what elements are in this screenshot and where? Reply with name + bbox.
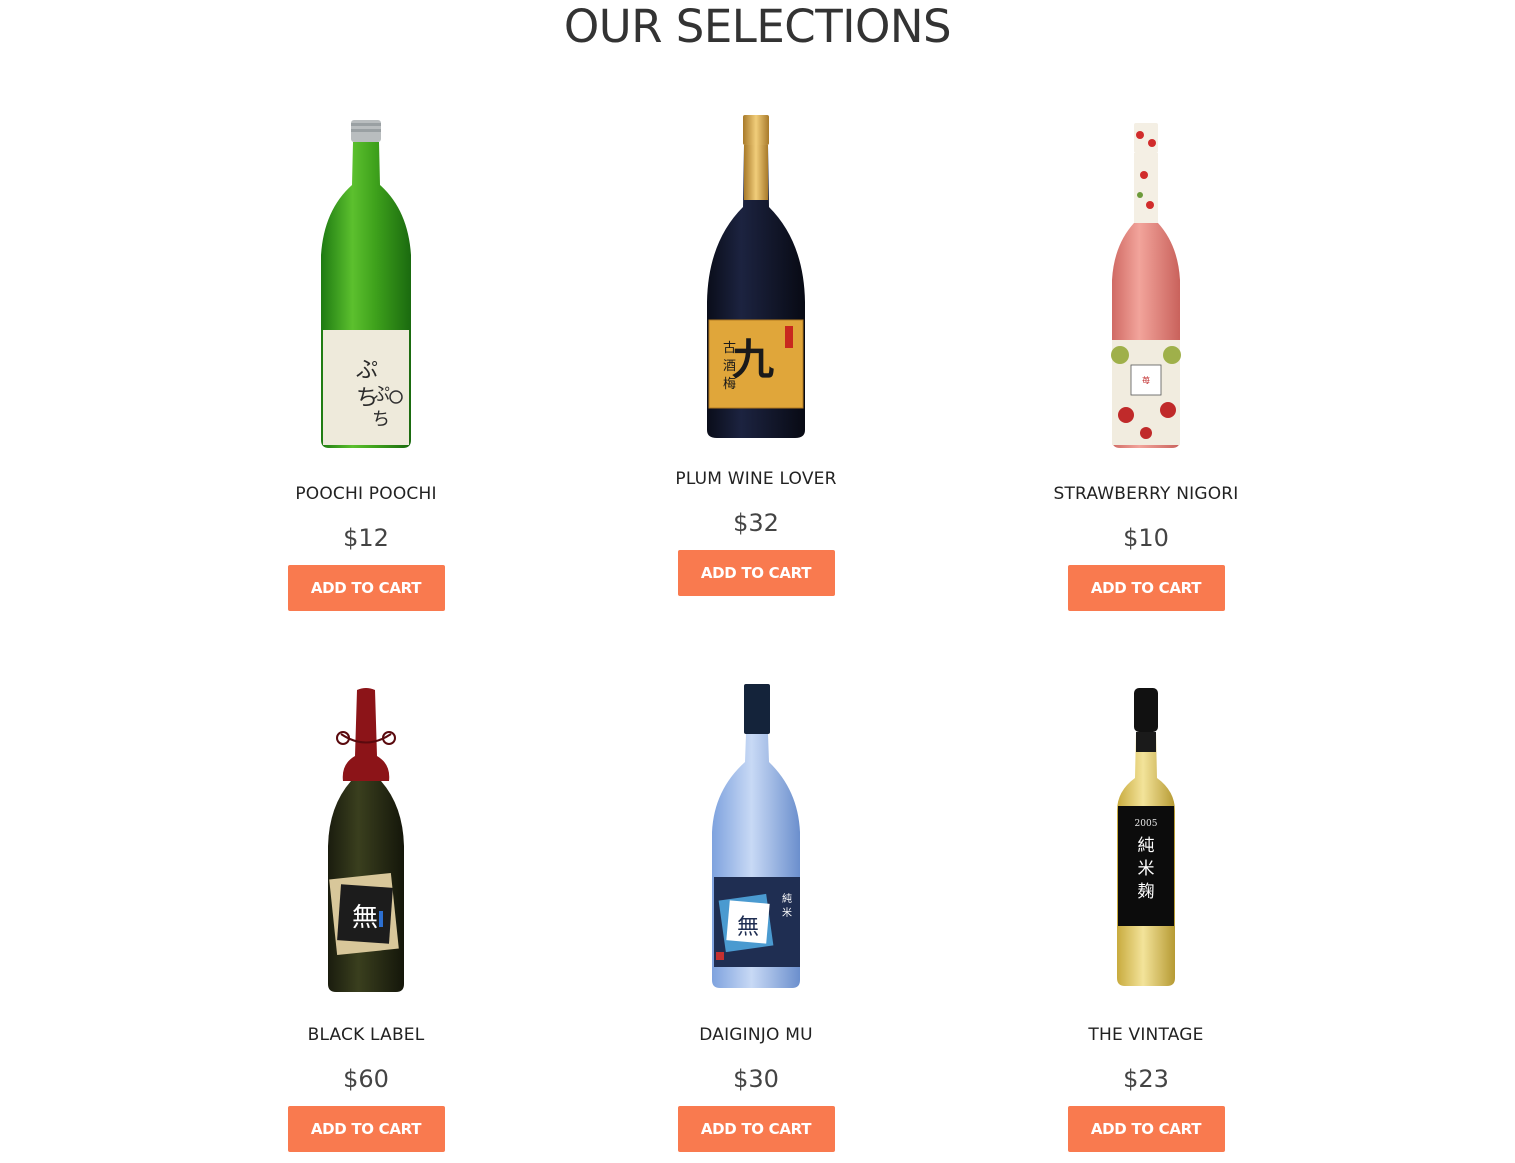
product-name[interactable]: THE VINTAGE xyxy=(976,1024,1316,1046)
pink-strawberry-bottle-icon: 苺 xyxy=(1111,123,1181,448)
green-sake-bottle-icon: ぷ ち ぷ ち xyxy=(321,120,411,448)
product-card-daiginjo-mu: 無 純 米 DAIGINJO MU $30 ADD TO CART xyxy=(586,682,926,1152)
product-image[interactable]: 九 古 酒 梅 xyxy=(586,112,926,442)
product-card-poochi-poochi: ぷ ち ぷ ち POOCHI POOCHI $12 ADD TO CART xyxy=(196,115,536,611)
product-name[interactable]: PLUM WINE LOVER xyxy=(586,468,926,490)
product-name[interactable]: DAIGINJO MU xyxy=(586,1024,926,1046)
product-image[interactable]: 2005 純 米 麹 xyxy=(976,686,1316,996)
svg-text:酒: 酒 xyxy=(723,359,736,374)
svg-text:純: 純 xyxy=(782,892,792,905)
product-card-plum-wine-lover: 九 古 酒 梅 PLUM WINE LOVER $32 ADD TO CART xyxy=(586,112,926,596)
svg-text:米: 米 xyxy=(1138,859,1155,879)
svg-text:無: 無 xyxy=(737,915,759,940)
product-image[interactable]: ぷ ち ぷ ち xyxy=(196,115,536,455)
svg-text:九: 九 xyxy=(732,335,774,384)
svg-text:2005: 2005 xyxy=(1135,819,1158,829)
add-to-cart-button[interactable]: ADD TO CART xyxy=(1067,1106,1225,1152)
svg-text:苺: 苺 xyxy=(1142,375,1150,385)
svg-text:ぷ: ぷ xyxy=(356,358,378,383)
product-image[interactable]: 無 xyxy=(196,686,536,996)
product-name[interactable]: POOCHI POOCHI xyxy=(196,483,536,505)
svg-text:米: 米 xyxy=(782,906,792,919)
add-to-cart-button[interactable]: ADD TO CART xyxy=(287,565,445,611)
page-title: OUR SELECTIONS xyxy=(563,0,952,53)
product-price: $30 xyxy=(733,1065,779,1093)
add-to-cart-button[interactable]: ADD TO CART xyxy=(287,1106,445,1152)
svg-text:ぷ: ぷ xyxy=(372,384,390,405)
product-name[interactable]: BLACK LABEL xyxy=(196,1024,536,1046)
product-card-black-label: 無 BLACK LABEL $60 ADD TO CART xyxy=(196,686,536,1152)
svg-text:純: 純 xyxy=(1138,836,1155,856)
svg-text:ち: ち xyxy=(372,409,390,430)
product-card-the-vintage: 2005 純 米 麹 THE VINTAGE $23 ADD TO CART xyxy=(976,686,1316,1152)
svg-text:麹: 麹 xyxy=(1138,882,1155,902)
product-price: $32 xyxy=(733,509,779,537)
black-label-bottle-icon: 無 xyxy=(328,688,404,992)
add-to-cart-button[interactable]: ADD TO CART xyxy=(1067,565,1225,611)
vintage-gold-bottle-icon: 2005 純 米 麹 xyxy=(1117,688,1175,986)
product-name[interactable]: STRAWBERRY NIGORI xyxy=(976,483,1316,505)
product-price: $23 xyxy=(1123,1065,1169,1093)
svg-text:古: 古 xyxy=(723,341,736,356)
product-price: $12 xyxy=(343,524,389,552)
add-to-cart-button[interactable]: ADD TO CART xyxy=(677,550,835,596)
svg-text:無: 無 xyxy=(352,903,378,933)
product-image[interactable]: 苺 xyxy=(976,115,1316,455)
product-price: $60 xyxy=(343,1065,389,1093)
svg-text:梅: 梅 xyxy=(723,377,736,392)
blue-daiginjo-bottle-icon: 無 純 米 xyxy=(712,684,800,988)
add-to-cart-button[interactable]: ADD TO CART xyxy=(677,1106,835,1152)
product-card-strawberry-nigori: 苺 STRAWBERRY NIGORI $10 ADD TO CART xyxy=(976,115,1316,611)
product-price: $10 xyxy=(1123,524,1169,552)
dark-plum-wine-bottle-icon: 九 古 酒 梅 xyxy=(707,115,805,438)
product-image[interactable]: 無 純 米 xyxy=(586,682,926,996)
